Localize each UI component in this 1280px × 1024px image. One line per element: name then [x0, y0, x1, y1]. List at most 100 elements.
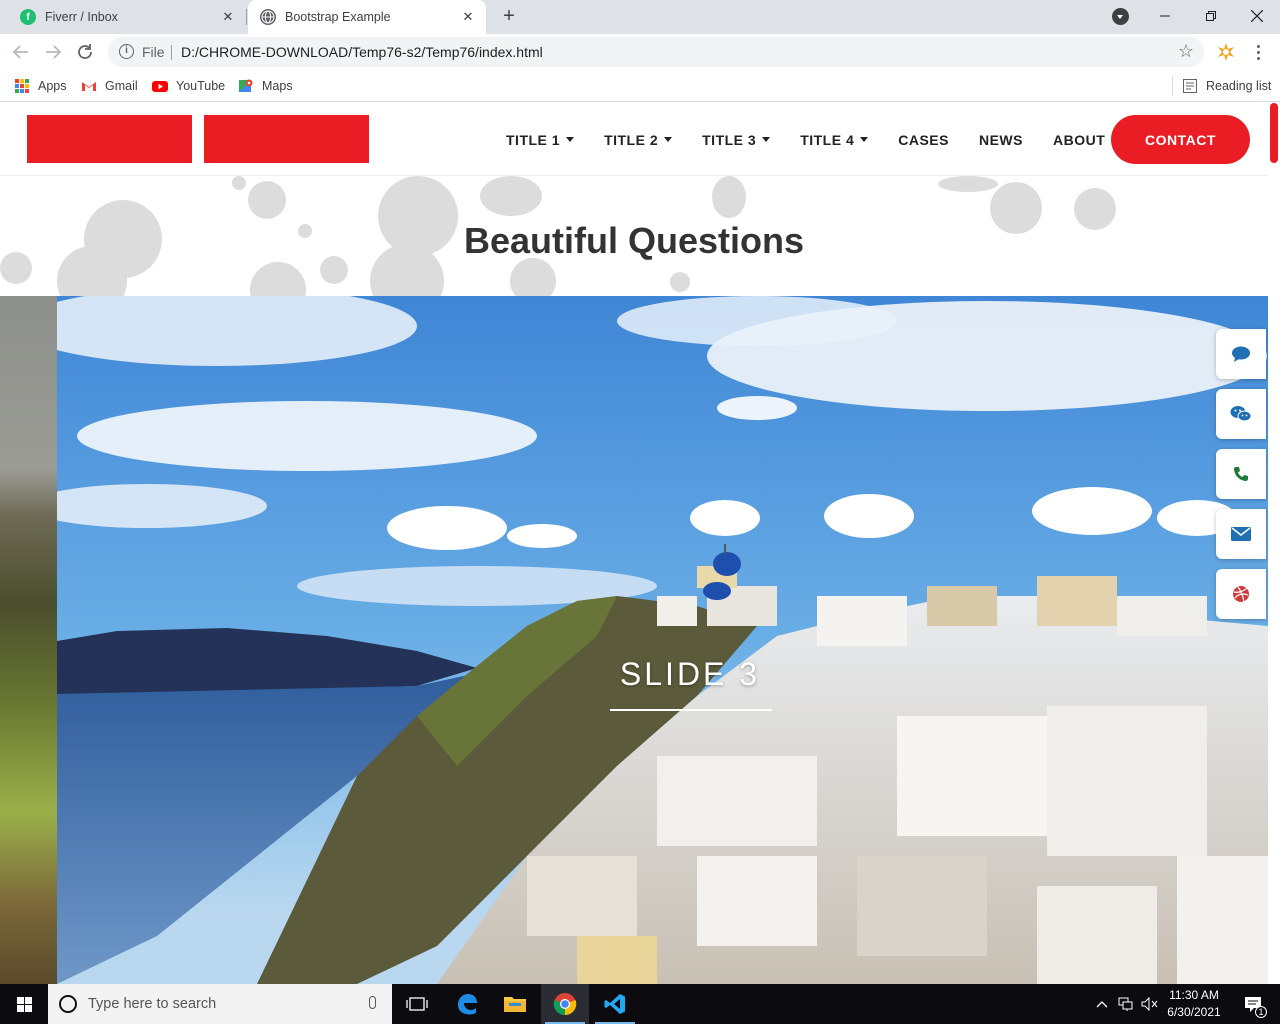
bookmarks-bar: Apps Gmail YouTube Maps Reading list: [0, 70, 1280, 102]
vscode-button[interactable]: [591, 984, 639, 1024]
site-header: TITLE 1 TITLE 2 TITLE 3 TITLE 4 CASES NE…: [0, 103, 1268, 176]
dribbble-icon: [1233, 586, 1249, 603]
volume-muted-icon[interactable]: [1141, 984, 1159, 1024]
extension-icon[interactable]: [1214, 40, 1238, 64]
nav-label: TITLE 2: [604, 131, 659, 148]
taskbar-search[interactable]: Type here to search: [48, 984, 392, 1024]
nav-label: NEWS: [978, 131, 1023, 148]
nav-item-title-4[interactable]: TITLE 4: [785, 132, 883, 148]
nav-item-cases[interactable]: CASES: [883, 132, 964, 148]
bookmark-label: YouTube: [176, 79, 226, 93]
task-view-button[interactable]: [393, 984, 441, 1024]
reading-list-label: Reading list: [1206, 79, 1272, 93]
previous-slide-peek[interactable]: [0, 296, 57, 984]
wechat-icon: [1230, 406, 1252, 422]
phone-icon: [1234, 467, 1248, 481]
nav-item-title-1[interactable]: TITLE 1: [491, 132, 589, 148]
caret-down-icon: [762, 137, 771, 142]
cortana-search-icon: [59, 995, 77, 1013]
tab-fiverr[interactable]: f Fiverr / Inbox ✕: [8, 0, 246, 34]
vscode-icon: [604, 994, 625, 1014]
floating-contact-tools: [1216, 329, 1266, 629]
notification-count: 1: [1255, 1006, 1267, 1018]
address-bar[interactable]: i File D:/CHROME-DOWNLOAD/Temp76-s2/Temp…: [108, 37, 1204, 67]
apps-grid-icon: [14, 78, 30, 94]
forward-arrow-icon[interactable]: [42, 41, 64, 63]
clock-time: 11:30 AM: [1169, 988, 1219, 1002]
bookmark-apps[interactable]: Apps: [14, 76, 67, 96]
reload-icon[interactable]: [74, 41, 96, 63]
clock[interactable]: 11:30 AM 6/30/2021: [1160, 987, 1228, 1021]
caret-down-icon: [664, 137, 673, 142]
phone-button[interactable]: [1216, 449, 1266, 499]
mail-button[interactable]: [1216, 509, 1266, 559]
logo-placeholder-left[interactable]: [27, 115, 192, 163]
restore-icon[interactable]: [1188, 0, 1234, 32]
windows-taskbar: Type here to search 11:30 AM 6/30/2021 1: [0, 984, 1280, 1024]
close-window-icon[interactable]: [1234, 0, 1280, 32]
nav-item-about[interactable]: ABOUT: [1038, 132, 1120, 148]
chrome-menu-icon[interactable]: [1250, 40, 1266, 64]
slide-image: [57, 296, 1268, 984]
tab-bootstrap-example[interactable]: Bootstrap Example ✕: [248, 0, 486, 34]
youtube-icon: [152, 78, 168, 94]
bookmark-label: Maps: [262, 79, 293, 93]
tab-title: Fiverr / Inbox: [45, 10, 118, 24]
nav-label: TITLE 4: [800, 131, 855, 148]
reading-list[interactable]: Reading list: [1172, 76, 1271, 96]
chat-bubble-button[interactable]: [1216, 329, 1266, 379]
bookmark-maps[interactable]: Maps: [238, 76, 293, 96]
minimize-icon[interactable]: [1142, 0, 1188, 32]
file-explorer-button[interactable]: [491, 984, 539, 1024]
bookmark-star-icon[interactable]: ☆: [1178, 41, 1194, 62]
caret-down-icon: [566, 137, 575, 142]
hero-carousel[interactable]: SLIDE 3: [0, 296, 1268, 984]
close-tab-icon[interactable]: ✕: [460, 9, 476, 25]
show-hidden-icons-chevron[interactable]: [1096, 984, 1108, 1024]
search-placeholder: Type here to search: [88, 996, 217, 1012]
nav-item-title-2[interactable]: TITLE 2: [589, 132, 687, 148]
network-icon[interactable]: [1118, 984, 1134, 1024]
nav-label: CASES: [898, 131, 949, 148]
wechat-button[interactable]: [1216, 389, 1266, 439]
tab-search-icon[interactable]: [1112, 8, 1129, 25]
bookmark-gmail[interactable]: Gmail: [81, 76, 138, 96]
microphone-icon[interactable]: [369, 996, 376, 1009]
browser-toolbar: i File D:/CHROME-DOWNLOAD/Temp76-s2/Temp…: [0, 34, 1280, 70]
scheme-label: File: [142, 44, 165, 60]
nav-label: TITLE 1: [506, 131, 561, 148]
edge-icon: [458, 994, 477, 1015]
back-arrow-icon[interactable]: [10, 41, 32, 63]
url-text[interactable]: D:/CHROME-DOWNLOAD/Temp76-s2/Temp76/inde…: [181, 44, 543, 60]
mail-icon: [1231, 527, 1251, 541]
caption-underline: [610, 709, 772, 711]
tab-title: Bootstrap Example: [285, 10, 391, 24]
contact-button[interactable]: CONTACT: [1111, 115, 1250, 164]
bookmark-youtube[interactable]: YouTube: [152, 76, 225, 96]
edge-button[interactable]: [443, 984, 491, 1024]
chrome-button[interactable]: [541, 984, 589, 1024]
nav-item-news[interactable]: NEWS: [964, 132, 1038, 148]
chat-bubble-icon: [1232, 346, 1250, 362]
start-button[interactable]: [0, 984, 48, 1024]
slide-caption: SLIDE 3: [0, 656, 1268, 693]
windows-logo-icon: [16, 996, 32, 1012]
section-title: Beautiful Questions: [463, 220, 805, 261]
nav-label: TITLE 3: [702, 131, 757, 148]
omnibox-separator: [171, 45, 172, 60]
scrollbar-thumb[interactable]: [1270, 103, 1278, 163]
info-icon[interactable]: i: [119, 44, 134, 59]
caret-down-icon: [860, 137, 869, 142]
gmail-icon: [81, 78, 97, 94]
close-tab-icon[interactable]: ✕: [220, 9, 236, 25]
nav-item-title-3[interactable]: TITLE 3: [687, 132, 785, 148]
task-view-icon: [406, 997, 428, 1011]
file-explorer-icon: [504, 997, 526, 1012]
new-tab-plus-icon[interactable]: +: [499, 6, 519, 26]
logo-placeholder-right[interactable]: [204, 115, 369, 163]
fiverr-icon: f: [20, 9, 36, 25]
action-center-button[interactable]: 1: [1238, 984, 1268, 1024]
dribbble-button[interactable]: [1216, 569, 1266, 619]
bookmark-label: Apps: [38, 79, 67, 93]
bookmark-label: Gmail: [105, 79, 138, 93]
